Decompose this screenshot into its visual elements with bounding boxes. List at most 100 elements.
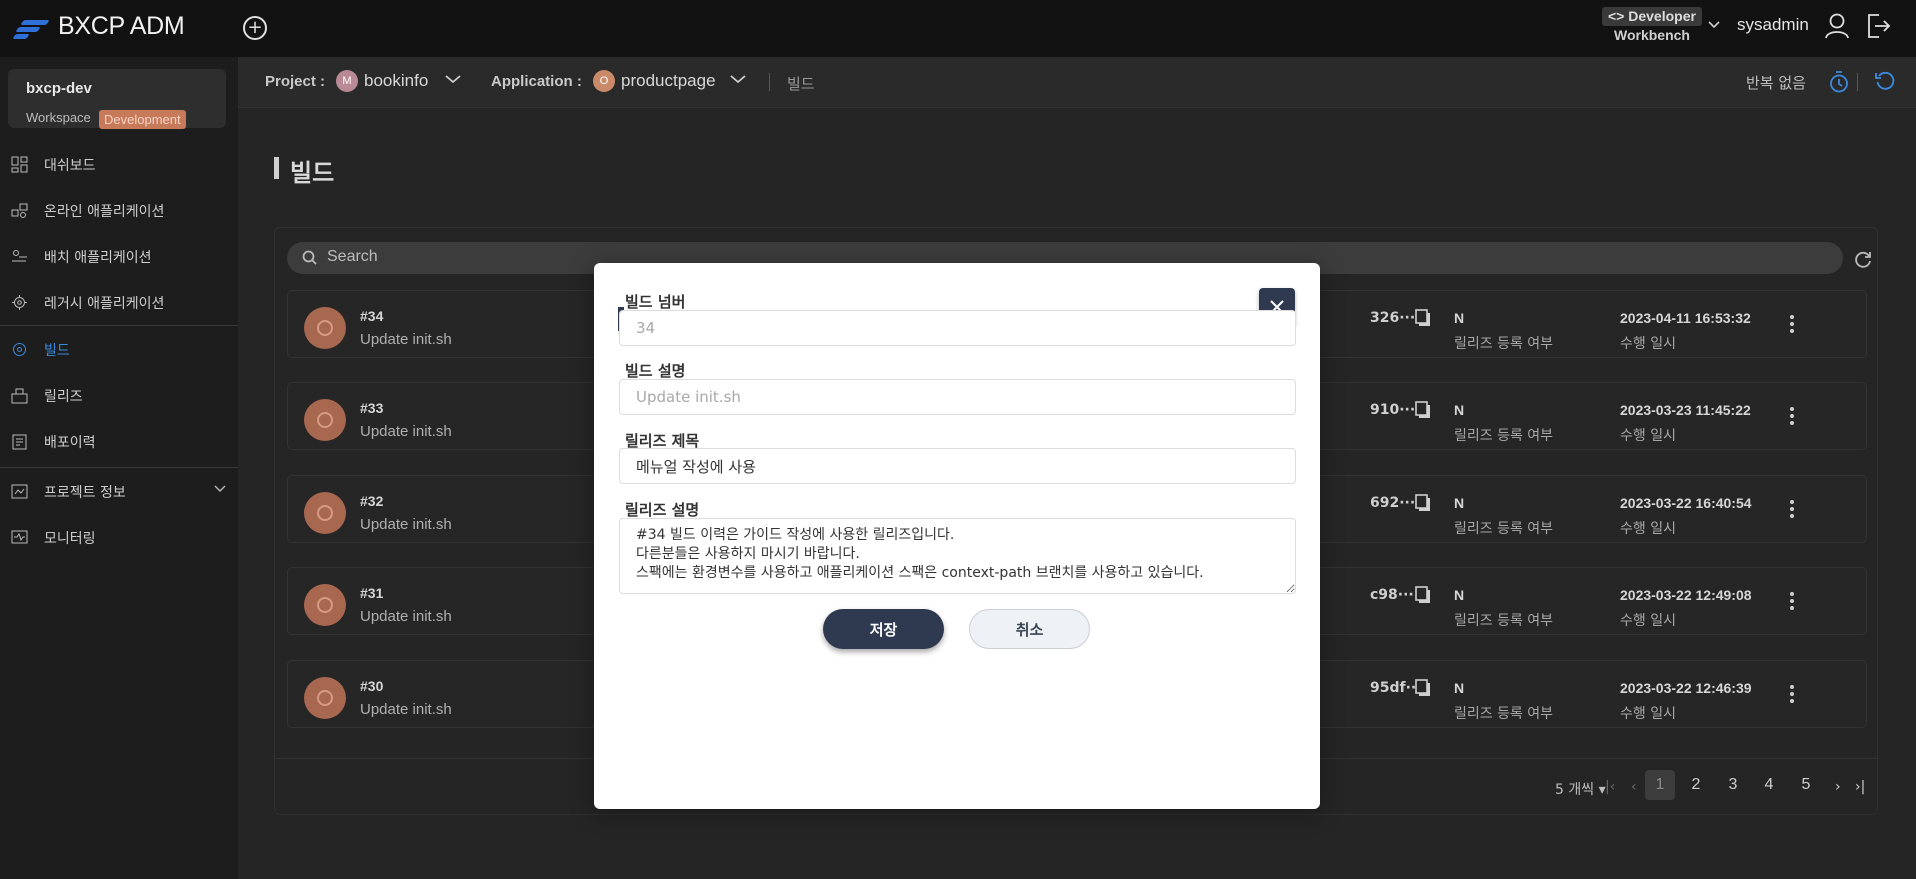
release-flag-label: 릴리즈 등록 여부 (1454, 706, 1554, 722)
release-flag: N (1454, 495, 1465, 511)
project-label: Project : (265, 73, 326, 90)
build-icon (13, 343, 26, 356)
page-button-1[interactable]: 1 (1645, 770, 1675, 800)
more-vertical-icon[interactable] (1788, 407, 1796, 427)
cancel-button[interactable]: 취소 (969, 609, 1090, 649)
commit-hash: 326··· (1370, 310, 1416, 326)
build-number: #31 (360, 585, 384, 601)
more-vertical-icon[interactable] (1788, 592, 1796, 612)
release-icon (11, 388, 28, 404)
copy-icon[interactable] (1414, 308, 1432, 332)
build-status-icon (304, 492, 346, 534)
build-number: #33 (360, 400, 384, 416)
copy-icon[interactable] (1414, 585, 1432, 609)
workbench-line2: Workbench (1613, 27, 1690, 43)
sidebar-item-dashboard[interactable]: 대쉬보드 (0, 144, 238, 184)
workspace-card[interactable]: bxcp-dev Workspace Development (8, 69, 226, 129)
workspace-name: bxcp-dev (26, 80, 92, 97)
deploy-history-icon (12, 434, 27, 450)
release-flag: N (1454, 402, 1465, 418)
build-number: #34 (360, 308, 384, 324)
page-size-select[interactable]: 5 개씩 ▾ (1555, 779, 1606, 799)
chevron-down-icon[interactable] (729, 70, 747, 89)
refresh-interval[interactable]: 반복 없음 (1746, 72, 1806, 93)
workbench-switcher[interactable]: <> Developer Workbench (1602, 7, 1702, 45)
page-title: 빌드 (274, 153, 334, 188)
page-button-2[interactable]: 2 (1681, 770, 1711, 800)
search-placeholder: Search (327, 248, 378, 265)
sidebar-item-batch-app[interactable]: 배치 애플리케이션 (0, 236, 238, 276)
sidebar-item-label: 레거시 애플리케이션 (44, 296, 165, 312)
logout-icon[interactable] (1865, 12, 1891, 44)
more-vertical-icon[interactable] (1788, 685, 1796, 705)
build-status-icon (304, 399, 346, 441)
sidebar-item-project-info[interactable]: 프로젝트 정보 (0, 471, 238, 511)
build-desc: Update init.sh (360, 331, 452, 348)
more-vertical-icon[interactable] (1788, 315, 1796, 335)
release-flag: N (1454, 310, 1465, 326)
save-button[interactable]: 저장 (823, 609, 944, 649)
legacy-app-icon (12, 295, 27, 310)
sidebar-item-monitoring[interactable]: 모니터링 (0, 517, 238, 557)
build-date: 2023-04-11 16:53:32 (1620, 310, 1751, 326)
user-icon[interactable] (1824, 12, 1850, 44)
build-desc: Update init.sh (360, 423, 452, 440)
chevron-down-icon[interactable] (1707, 18, 1721, 34)
last-page-icon[interactable]: ›| (1855, 779, 1865, 795)
workspace-label: Workspace (26, 110, 91, 125)
application-badge: O (593, 70, 615, 92)
copy-icon[interactable] (1414, 400, 1432, 424)
application-select[interactable]: productpage (621, 71, 716, 91)
workbench-line1: Developer (1628, 8, 1696, 24)
app-name: BXCP ADM (58, 12, 185, 40)
release-flag-label: 릴리즈 등록 여부 (1454, 428, 1554, 444)
refresh-icon[interactable] (1874, 70, 1896, 96)
add-icon[interactable]: + (243, 16, 267, 40)
toolbar-divider (1857, 73, 1858, 91)
build-desc: Update init.sh (360, 516, 452, 533)
chevron-down-icon[interactable] (444, 70, 462, 89)
app-logo[interactable]: BXCP ADM (12, 12, 185, 41)
list-refresh-icon[interactable] (1853, 250, 1873, 274)
more-vertical-icon[interactable] (1788, 500, 1796, 520)
build-number: #32 (360, 493, 384, 509)
sidebar-item-build[interactable]: 빌드 (0, 329, 238, 369)
release-flag-label: 릴리즈 등록 여부 (1454, 336, 1554, 352)
build-status-icon (304, 677, 346, 719)
commit-hash: 692··· (1370, 495, 1416, 511)
sidebar-item-release[interactable]: 릴리즈 (0, 375, 238, 415)
copy-icon[interactable] (1414, 493, 1432, 517)
prev-page-icon[interactable]: ‹ (1631, 779, 1637, 795)
username[interactable]: sysadmin (1737, 15, 1809, 35)
release-desc-label: 릴리즈 설명 (625, 501, 700, 519)
build-number-field[interactable] (619, 310, 1296, 346)
first-page-icon[interactable]: |‹ (1605, 779, 1615, 795)
build-date-label: 수행 일시 (1620, 428, 1676, 444)
dashboard-icon (11, 156, 28, 173)
page-button-4[interactable]: 4 (1754, 770, 1784, 800)
sidebar-item-online-app[interactable]: 온라인 애플리케이션 (0, 190, 238, 230)
sidebar: bxcp-dev Workspace Development 대쉬보드 온라인 … (0, 57, 238, 879)
sidebar-item-label: 릴리즈 (44, 389, 83, 405)
sidebar-item-label: 대쉬보드 (44, 158, 96, 174)
release-desc-field[interactable] (619, 518, 1296, 594)
commit-hash: 910··· (1370, 402, 1416, 418)
build-desc: Update init.sh (360, 701, 452, 718)
timer-icon[interactable] (1828, 70, 1850, 98)
copy-icon[interactable] (1414, 678, 1432, 702)
build-desc-field[interactable] (619, 379, 1296, 415)
page-button-3[interactable]: 3 (1718, 770, 1748, 800)
crumb-divider (769, 73, 770, 91)
build-status-icon (304, 584, 346, 626)
sidebar-item-deploy-history[interactable]: 배포이력 (0, 421, 238, 461)
sidebar-item-label: 모니터링 (44, 531, 96, 547)
release-title-field[interactable] (619, 448, 1296, 484)
next-page-icon[interactable]: › (1835, 779, 1841, 795)
release-flag: N (1454, 587, 1465, 603)
project-select[interactable]: bookinfo (364, 71, 428, 91)
chevron-down-icon[interactable] (214, 482, 226, 496)
workspace-badge: Development (99, 110, 186, 129)
page-button-5[interactable]: 5 (1791, 770, 1821, 800)
sidebar-item-legacy-app[interactable]: 레거시 애플리케이션 (0, 282, 238, 322)
sidebar-item-label: 프로젝트 정보 (44, 485, 126, 501)
